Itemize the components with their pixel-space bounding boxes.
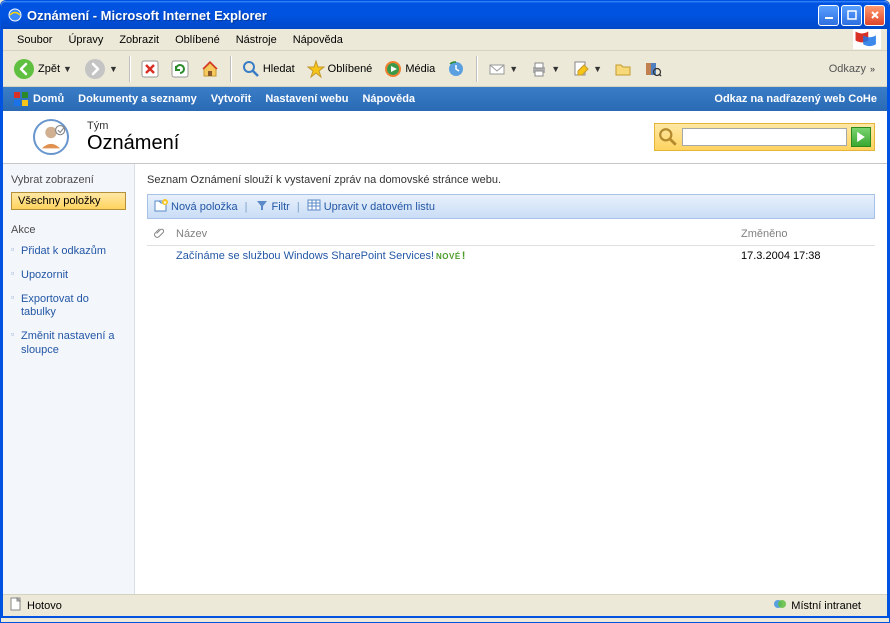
- page-icon: [9, 597, 23, 614]
- star-icon: [307, 60, 325, 78]
- folder-icon: [614, 60, 632, 78]
- datasheet-icon: [307, 198, 321, 215]
- ie-small-icon: [7, 7, 23, 23]
- nav-parent-link[interactable]: Odkaz na nadřazený web CoHe: [714, 93, 877, 105]
- history-icon: [447, 60, 465, 78]
- action-export[interactable]: Exportovat do tabulky: [11, 290, 126, 324]
- action-modify-columns[interactable]: Změnit nastavení a sloupce: [11, 327, 126, 361]
- content-area: Seznam Oznámení slouží k vystavení zpráv…: [135, 164, 887, 594]
- new-badge-excl: !: [462, 250, 466, 262]
- chevron-down-icon: ▼: [509, 64, 518, 74]
- sharepoint-topnav: Domů Dokumenty a seznamy Vytvořit Nastav…: [3, 87, 887, 111]
- forward-icon: [84, 58, 106, 80]
- svg-text:★: ★: [163, 200, 168, 206]
- stop-button[interactable]: [137, 55, 163, 83]
- search-button[interactable]: Hledat: [238, 55, 299, 83]
- chevron-down-icon: ▼: [63, 64, 72, 74]
- new-item-button[interactable]: ★ Nová položka: [154, 198, 238, 215]
- sidebar-selected-view[interactable]: Všechny položky: [11, 192, 126, 210]
- print-button[interactable]: ▼: [526, 55, 564, 83]
- print-icon: [530, 60, 548, 78]
- sidebar: Vybrat zobrazení Všechny položky Akce Př…: [3, 164, 135, 594]
- research-button[interactable]: [640, 55, 666, 83]
- sidebar-actions-label: Akce: [11, 224, 126, 236]
- col-attachment[interactable]: [147, 223, 170, 246]
- col-name[interactable]: Název: [170, 223, 735, 246]
- search-box: [654, 123, 875, 151]
- nav-settings[interactable]: Nastavení webu: [265, 93, 348, 105]
- media-icon: [384, 60, 402, 78]
- status-text: Hotovo: [27, 600, 62, 612]
- nav-documents[interactable]: Dokumenty a seznamy: [78, 93, 197, 105]
- ie-flag-icon: [853, 31, 881, 49]
- maximize-button[interactable]: [841, 5, 862, 26]
- menubar: Soubor Úpravy Zobrazit Oblíbené Nástroje…: [3, 29, 887, 51]
- filter-button[interactable]: Filtr: [255, 198, 290, 215]
- search-icon: [242, 60, 260, 78]
- new-badge: NOVÉ: [436, 252, 461, 261]
- stop-icon: [141, 60, 159, 78]
- menu-nastroje[interactable]: Nástroje: [228, 32, 285, 48]
- new-item-icon: ★: [154, 198, 168, 215]
- breadcrumb[interactable]: Tým: [87, 120, 179, 132]
- item-modified: 17.3.2004 17:38: [735, 246, 875, 267]
- filter-icon: [255, 198, 269, 215]
- links-bar[interactable]: Odkazy »: [823, 63, 881, 75]
- mail-icon: [488, 60, 506, 78]
- edit-button[interactable]: ▼: [568, 55, 606, 83]
- research-icon: [644, 60, 662, 78]
- menu-napoveda[interactable]: Nápověda: [285, 32, 351, 48]
- back-icon: [13, 58, 35, 80]
- search-icon: [658, 127, 678, 147]
- home-button[interactable]: [197, 55, 223, 83]
- nav-create[interactable]: Vytvořit: [211, 93, 252, 105]
- security-zone: Místní intranet: [791, 600, 861, 612]
- datasheet-button[interactable]: Upravit v datovém listu: [307, 198, 435, 215]
- toolbar: Zpět ▼ ▼ Hledat Oblíbené Média ▼ ▼ ▼: [3, 51, 887, 87]
- action-alert[interactable]: Upozornit: [11, 266, 126, 286]
- page-title: Oznámení: [87, 132, 179, 155]
- item-link[interactable]: Začínáme se službou Windows SharePoint S…: [176, 250, 434, 262]
- mail-button[interactable]: ▼: [484, 55, 522, 83]
- menu-soubor[interactable]: Soubor: [9, 32, 60, 48]
- chevron-down-icon: ▼: [593, 64, 602, 74]
- history-button[interactable]: [443, 55, 469, 83]
- minimize-button[interactable]: [818, 5, 839, 26]
- discuss-button[interactable]: [610, 55, 636, 83]
- table-row: Začínáme se službou Windows SharePoint S…: [147, 246, 875, 267]
- nav-home[interactable]: Domů: [13, 91, 64, 107]
- menu-zobrazit[interactable]: Zobrazit: [111, 32, 167, 48]
- nav-help[interactable]: Nápověda: [362, 93, 415, 105]
- paperclip-icon: [153, 229, 164, 241]
- list-toolbar: ★ Nová položka | Filtr | Upravit v datov…: [147, 194, 875, 219]
- chevron-down-icon: ▼: [109, 64, 118, 74]
- media-button[interactable]: Média: [380, 55, 439, 83]
- favorites-button[interactable]: Oblíbené: [303, 55, 377, 83]
- search-go-button[interactable]: [851, 127, 871, 147]
- page-header: Tým Oznámení: [3, 111, 887, 164]
- search-input[interactable]: [682, 128, 847, 146]
- refresh-button[interactable]: [167, 55, 193, 83]
- sharepoint-logo-icon: [13, 91, 29, 107]
- forward-button[interactable]: ▼: [80, 55, 122, 83]
- edit-icon: [572, 60, 590, 78]
- refresh-icon: [171, 60, 189, 78]
- list-description: Seznam Oznámení slouží k vystavení zpráv…: [147, 174, 875, 186]
- list-table: Název Změněno Začínáme se službou Window…: [147, 223, 875, 266]
- home-icon: [201, 60, 219, 78]
- statusbar: Hotovo Místní intranet: [3, 594, 887, 616]
- chevron-right-icon: »: [870, 64, 875, 74]
- zone-icon: [773, 597, 787, 614]
- sidebar-view-label: Vybrat zobrazení: [11, 174, 126, 186]
- col-modified[interactable]: Změněno: [735, 223, 875, 246]
- menu-upravy[interactable]: Úpravy: [60, 32, 111, 48]
- action-add-link[interactable]: Přidat k odkazům: [11, 242, 126, 262]
- close-button[interactable]: [864, 5, 885, 26]
- back-button[interactable]: Zpět ▼: [9, 55, 76, 83]
- menu-oblibene[interactable]: Oblíbené: [167, 32, 228, 48]
- list-avatar-icon: [33, 119, 69, 155]
- chevron-down-icon: ▼: [551, 64, 560, 74]
- window-titlebar: Oznámení - Microsoft Internet Explorer: [1, 1, 889, 29]
- window-title: Oznámení - Microsoft Internet Explorer: [27, 8, 818, 23]
